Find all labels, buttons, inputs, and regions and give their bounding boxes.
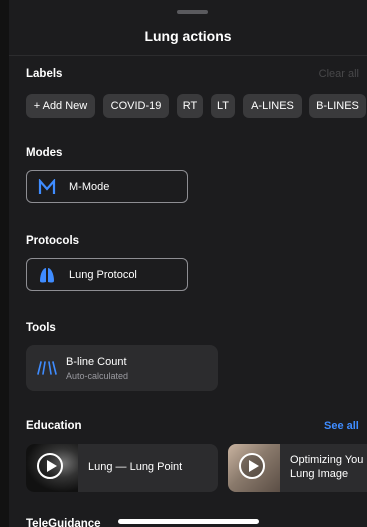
lungs-icon <box>38 266 56 284</box>
header-divider <box>9 55 367 56</box>
education-video-card[interactable]: Optimizing You Lung Image <box>228 444 367 492</box>
tools-heading: Tools <box>26 322 56 334</box>
label-chip-lt[interactable]: LT <box>211 94 235 118</box>
lung-protocol-label: Lung Protocol <box>69 268 137 281</box>
education-video-title: Optimizing You <box>290 454 364 466</box>
play-icon <box>37 453 63 479</box>
play-icon <box>239 453 265 479</box>
lung-actions-sheet: Lung actions Labels Clear all + Add New … <box>9 0 367 527</box>
label-chip-a-lines[interactable]: A-LINES <box>243 94 302 118</box>
modes-heading: Modes <box>26 147 63 159</box>
m-mode-icon <box>38 178 56 196</box>
b-line-count-title: B-line Count <box>66 356 127 368</box>
protocols-heading: Protocols <box>26 235 80 247</box>
b-line-count-subtitle: Auto-calculated <box>66 371 129 381</box>
m-mode-button[interactable]: M-Mode <box>26 170 188 203</box>
labels-heading: Labels <box>26 68 63 80</box>
education-video-title: Lung — Lung Point <box>88 461 183 473</box>
teleguidance-heading: TeleGuidance <box>26 518 101 527</box>
sheet-title: Lung actions <box>144 28 232 44</box>
education-heading: Education <box>26 420 82 432</box>
b-line-count-icon <box>37 359 57 377</box>
see-all-link[interactable]: See all <box>324 420 359 432</box>
education-video-title-line-2: Lung Image <box>290 468 349 480</box>
b-line-count-tool[interactable]: B-line Count Auto-calculated <box>26 345 218 391</box>
label-chip-rt[interactable]: RT <box>177 94 203 118</box>
video-thumbnail <box>26 444 78 492</box>
clear-all-button[interactable]: Clear all <box>319 68 359 80</box>
education-video-card[interactable]: Lung — Lung Point <box>26 444 218 492</box>
add-new-label-chip[interactable]: + Add New <box>26 94 95 118</box>
video-thumbnail <box>228 444 280 492</box>
label-chip-b-lines[interactable]: B-LINES <box>309 94 366 118</box>
label-chip-covid-19[interactable]: COVID-19 <box>103 94 169 118</box>
drag-handle[interactable] <box>177 10 208 14</box>
lung-protocol-button[interactable]: Lung Protocol <box>26 258 188 291</box>
home-indicator <box>118 519 259 524</box>
m-mode-label: M-Mode <box>69 180 110 193</box>
